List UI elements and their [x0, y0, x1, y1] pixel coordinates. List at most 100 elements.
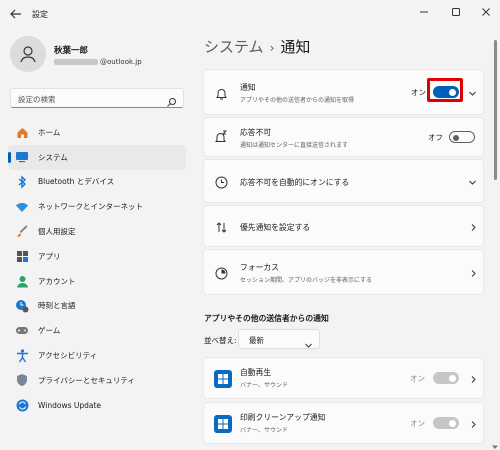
app-row-print-cleanup[interactable]: 印刷クリーンアップ通知 バナー、サウンド オン	[203, 402, 484, 444]
app-row-autoplay[interactable]: 自動再生 バナー、サウンド オン	[203, 357, 484, 399]
apps-section-heading: アプリやその他の送信者からの通知	[204, 314, 329, 323]
sidebar-item-privacy-security[interactable]: プライバシーとセキュリティ	[8, 368, 186, 393]
print-cleanup-app-icon	[214, 415, 232, 433]
email-domain: @outlook.jp	[100, 58, 142, 66]
toggle-highlight-box	[427, 78, 463, 102]
sidebar-item-accessibility[interactable]: アクセシビリティ	[8, 343, 186, 368]
dnd-auto-card[interactable]: 応答不可を自動的にオンにする	[203, 159, 484, 203]
system-icon	[15, 150, 29, 164]
sort-value: 最新	[249, 336, 264, 345]
sidebar-item-label: プライバシーとセキュリティ	[38, 375, 135, 385]
sidebar-nav: ホーム システム Bluetooth とデバイス ネットワークとインターネット …	[8, 120, 186, 418]
page-title: 通知	[280, 38, 311, 56]
window-title: 設定	[32, 10, 48, 19]
bell-snooze-icon	[214, 130, 228, 144]
sidebar-item-time-language[interactable]: 時刻と言語	[8, 294, 186, 319]
dnd-state: オフ	[428, 133, 443, 142]
avatar	[10, 36, 46, 72]
focus-icon	[214, 266, 228, 280]
focus-title: フォーカス	[240, 263, 279, 272]
sidebar-item-label: ゲーム	[38, 326, 61, 336]
scroll-down-arrow-icon[interactable]	[491, 436, 499, 449]
autoplay-app-icon	[214, 370, 232, 388]
sort-label: 並べ替え:	[204, 336, 237, 345]
do-not-disturb-card[interactable]: 応答不可 通知は通知センターに直接送信されます オフ	[203, 117, 484, 157]
sidebar-item-label: アカウント	[38, 276, 76, 286]
sidebar-item-label: Windows Update	[38, 400, 102, 410]
app-toggle[interactable]	[433, 372, 459, 384]
user-email: @outlook.jp	[54, 58, 142, 66]
sidebar-item-label: ホーム	[38, 127, 61, 137]
clock-icon	[214, 175, 228, 189]
app-state: オン	[410, 419, 425, 428]
breadcrumb-parent[interactable]: システム	[204, 38, 264, 56]
app-name: 自動再生	[240, 368, 272, 377]
chevron-right-icon[interactable]	[468, 222, 478, 232]
brush-icon	[15, 225, 29, 239]
app-subtitle: バナー、サウンド	[240, 427, 288, 434]
sidebar-item-accounts[interactable]: アカウント	[8, 269, 186, 294]
breadcrumb: システム › 通知	[204, 36, 310, 57]
redacted-text	[54, 59, 98, 65]
person-icon	[20, 46, 36, 63]
notifications-state: オン	[411, 88, 426, 97]
sidebar-item-label: アプリ	[38, 251, 61, 261]
time-language-icon	[15, 299, 29, 313]
app-subtitle: バナー、サウンド	[240, 382, 288, 389]
sidebar-item-label: 時刻と言語	[38, 301, 76, 311]
accessibility-icon	[15, 348, 29, 363]
app-toggle[interactable]	[433, 417, 459, 429]
chevron-right-icon[interactable]	[468, 419, 478, 429]
sidebar-item-windows-update[interactable]: Windows Update	[8, 393, 186, 418]
sidebar-item-bluetooth[interactable]: Bluetooth とデバイス	[8, 170, 186, 195]
scrollbar-thumb[interactable]	[494, 40, 497, 180]
back-arrow-icon[interactable]	[8, 6, 24, 22]
minimize-button[interactable]	[414, 4, 434, 20]
maximize-button[interactable]	[446, 4, 466, 20]
settings-window: 設定 秋葉一郎 @outlook.jp 設定の検索 ホーム システム Bluet…	[0, 0, 500, 450]
chevron-down-icon[interactable]	[467, 88, 477, 98]
gamepad-icon	[15, 324, 29, 338]
sidebar-item-apps[interactable]: アプリ	[8, 244, 186, 269]
focus-subtitle: セッション期間、アプリのバッジを非表示にする	[240, 277, 373, 284]
app-state: オン	[410, 374, 425, 383]
chevron-down-icon	[304, 335, 313, 348]
notifications-title: 通知	[240, 83, 256, 92]
search-icon	[166, 93, 177, 107]
title-bar: 設定	[0, 0, 500, 30]
sidebar-item-label: ネットワークとインターネット	[38, 202, 143, 212]
sidebar-item-label: システム	[38, 152, 68, 162]
sort-dropdown[interactable]: 最新	[238, 329, 320, 349]
dnd-toggle[interactable]	[449, 131, 475, 143]
sidebar-item-system[interactable]: システム	[8, 144, 186, 170]
shield-icon	[15, 373, 29, 387]
focus-card[interactable]: フォーカス セッション期間、アプリのバッジを非表示にする	[203, 249, 484, 295]
home-icon	[15, 125, 29, 139]
wifi-icon	[15, 200, 29, 214]
account-icon	[15, 274, 29, 288]
breadcrumb-separator: ›	[269, 41, 275, 55]
sidebar-item-network[interactable]: ネットワークとインターネット	[8, 194, 186, 219]
sidebar-item-home[interactable]: ホーム	[8, 120, 186, 145]
dnd-auto-title: 応答不可を自動的にオンにする	[240, 178, 350, 187]
bell-icon	[214, 86, 228, 100]
app-name: 印刷クリーンアップ通知	[240, 413, 326, 422]
notifications-subtitle: アプリやその他の送信者からの通知を取得	[240, 97, 355, 104]
sidebar-item-label: 個人用設定	[38, 227, 76, 237]
chevron-down-icon[interactable]	[467, 177, 477, 187]
sidebar-item-label: アクセシビリティ	[38, 351, 98, 361]
priority-notifications-card[interactable]: 優先通知を設定する	[203, 205, 484, 247]
sidebar-item-personalization[interactable]: 個人用設定	[8, 219, 186, 244]
search-placeholder: 設定の検索	[18, 95, 56, 104]
chevron-right-icon[interactable]	[468, 374, 478, 384]
sidebar-item-gaming[interactable]: ゲーム	[8, 318, 186, 343]
close-button[interactable]	[476, 4, 496, 20]
settings-search-input[interactable]: 設定の検索	[10, 88, 184, 108]
priority-title: 優先通知を設定する	[240, 223, 311, 232]
update-icon	[15, 398, 29, 412]
dnd-subtitle: 通知は通知センターに直接送信されます	[240, 142, 349, 149]
chevron-right-icon[interactable]	[468, 268, 478, 278]
sidebar-item-label: Bluetooth とデバイス	[38, 177, 115, 187]
user-name: 秋葉一郎	[54, 46, 89, 56]
dnd-title: 応答不可	[240, 128, 272, 137]
